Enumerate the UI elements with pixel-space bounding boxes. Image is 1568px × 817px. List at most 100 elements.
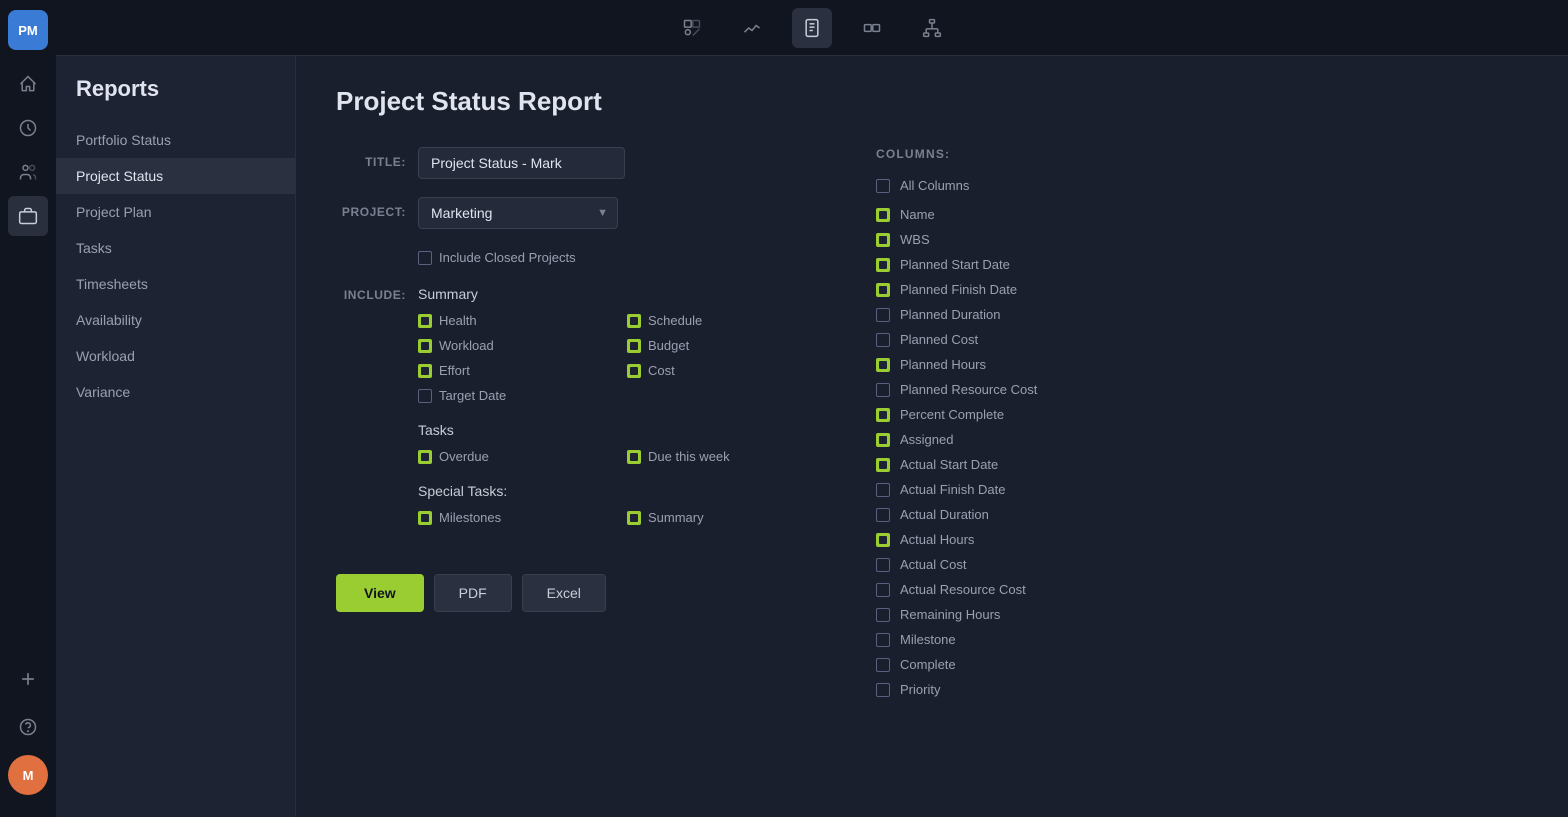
health-checkbox[interactable] [418, 314, 432, 328]
col-actual-finish[interactable]: Actual Finish Date [876, 477, 1152, 502]
col-planned-duration[interactable]: Planned Duration [876, 302, 1152, 327]
title-input[interactable] [418, 147, 625, 179]
people-icon[interactable] [8, 152, 48, 192]
home-icon[interactable] [8, 64, 48, 104]
wbs-checkbox[interactable] [876, 233, 890, 247]
col-complete[interactable]: Complete [876, 652, 1152, 677]
col-actual-duration[interactable]: Actual Duration [876, 502, 1152, 527]
sidebar-item-variance[interactable]: Variance [56, 374, 295, 410]
hierarchy-icon[interactable] [912, 8, 952, 48]
col-planned-finish[interactable]: Planned Finish Date [876, 277, 1152, 302]
milestones-checkbox[interactable] [418, 511, 432, 525]
col-remaining-hours[interactable]: Remaining Hours [876, 602, 1152, 627]
search-zoom-icon[interactable] [672, 8, 712, 48]
name-checkbox[interactable] [876, 208, 890, 222]
planned-duration-checkbox[interactable] [876, 308, 890, 322]
milestone-checkbox[interactable] [876, 633, 890, 647]
col-planned-hours[interactable]: Planned Hours [876, 352, 1152, 377]
sidebar-item-project-plan[interactable]: Project Plan [56, 194, 295, 230]
view-button[interactable]: View [336, 574, 424, 612]
workload-checkbox[interactable] [418, 339, 432, 353]
planned-cost-label: Planned Cost [900, 332, 978, 347]
remaining-hours-checkbox[interactable] [876, 608, 890, 622]
col-planned-cost[interactable]: Planned Cost [876, 327, 1152, 352]
briefcase-icon[interactable] [8, 196, 48, 236]
sidebar-item-workload[interactable]: Workload [56, 338, 295, 374]
cost-checkbox[interactable] [627, 364, 641, 378]
target-date-checkbox-item[interactable]: Target Date [418, 385, 816, 406]
history-icon[interactable] [8, 108, 48, 148]
project-select[interactable]: Marketing Development Design Finance [418, 197, 618, 229]
col-wbs[interactable]: WBS [876, 227, 1152, 252]
avatar[interactable]: M [8, 755, 48, 795]
include-closed-checkbox[interactable] [418, 251, 432, 265]
actual-resource-cost-checkbox[interactable] [876, 583, 890, 597]
summary-checkbox-item[interactable]: Summary [627, 507, 816, 528]
schedule-checkbox[interactable] [627, 314, 641, 328]
milestones-label: Milestones [439, 510, 501, 525]
pdf-button[interactable]: PDF [434, 574, 512, 612]
due-this-week-checkbox[interactable] [627, 450, 641, 464]
col-percent-complete[interactable]: Percent Complete [876, 402, 1152, 427]
budget-checkbox-item[interactable]: Budget [627, 335, 816, 356]
tasks-title: Tasks [418, 422, 816, 438]
actual-hours-checkbox[interactable] [876, 533, 890, 547]
actual-cost-checkbox[interactable] [876, 558, 890, 572]
app-logo[interactable]: PM [8, 10, 48, 50]
sidebar-item-portfolio-status[interactable]: Portfolio Status [56, 122, 295, 158]
sidebar-item-availability[interactable]: Availability [56, 302, 295, 338]
col-actual-hours[interactable]: Actual Hours [876, 527, 1152, 552]
planned-hours-checkbox[interactable] [876, 358, 890, 372]
columns-scroll[interactable]: All Columns Name WBS [876, 173, 1156, 733]
sidebar-item-tasks[interactable]: Tasks [56, 230, 295, 266]
target-date-checkbox[interactable] [418, 389, 432, 403]
actual-finish-label: Actual Finish Date [900, 482, 1006, 497]
add-icon[interactable] [8, 659, 48, 699]
sidebar-item-timesheets[interactable]: Timesheets [56, 266, 295, 302]
col-priority[interactable]: Priority [876, 677, 1152, 702]
col-actual-cost[interactable]: Actual Cost [876, 552, 1152, 577]
actual-cost-label: Actual Cost [900, 557, 966, 572]
assigned-checkbox[interactable] [876, 433, 890, 447]
col-name[interactable]: Name [876, 202, 1152, 227]
priority-checkbox[interactable] [876, 683, 890, 697]
planned-finish-checkbox[interactable] [876, 283, 890, 297]
col-all-columns[interactable]: All Columns [876, 173, 1152, 198]
col-actual-start[interactable]: Actual Start Date [876, 452, 1152, 477]
col-actual-resource-cost[interactable]: Actual Resource Cost [876, 577, 1152, 602]
effort-checkbox[interactable] [418, 364, 432, 378]
budget-checkbox[interactable] [627, 339, 641, 353]
effort-checkbox-item[interactable]: Effort [418, 360, 607, 381]
report-icon[interactable] [792, 8, 832, 48]
actual-finish-checkbox[interactable] [876, 483, 890, 497]
chart-icon[interactable] [732, 8, 772, 48]
col-milestone[interactable]: Milestone [876, 627, 1152, 652]
planned-start-checkbox[interactable] [876, 258, 890, 272]
special-tasks-grid: Milestones Summary [418, 507, 816, 528]
complete-checkbox[interactable] [876, 658, 890, 672]
workload-checkbox-item[interactable]: Workload [418, 335, 607, 356]
cost-checkbox-item[interactable]: Cost [627, 360, 816, 381]
overdue-checkbox-item[interactable]: Overdue [418, 446, 607, 467]
overdue-checkbox[interactable] [418, 450, 432, 464]
health-checkbox-item[interactable]: Health [418, 310, 607, 331]
schedule-checkbox-item[interactable]: Schedule [627, 310, 816, 331]
include-closed-label[interactable]: Include Closed Projects [418, 247, 576, 268]
col-planned-resource-cost[interactable]: Planned Resource Cost [876, 377, 1152, 402]
actual-duration-checkbox[interactable] [876, 508, 890, 522]
all-columns-checkbox[interactable] [876, 179, 890, 193]
link-icon[interactable] [852, 8, 892, 48]
due-this-week-checkbox-item[interactable]: Due this week [627, 446, 816, 467]
summary-checkbox[interactable] [627, 511, 641, 525]
milestones-checkbox-item[interactable]: Milestones [418, 507, 607, 528]
help-icon[interactable] [8, 707, 48, 747]
planned-cost-checkbox[interactable] [876, 333, 890, 347]
actual-start-checkbox[interactable] [876, 458, 890, 472]
all-columns-label: All Columns [900, 178, 969, 193]
percent-complete-checkbox[interactable] [876, 408, 890, 422]
excel-button[interactable]: Excel [522, 574, 606, 612]
planned-resource-cost-checkbox[interactable] [876, 383, 890, 397]
col-planned-start[interactable]: Planned Start Date [876, 252, 1152, 277]
sidebar-item-project-status[interactable]: Project Status [56, 158, 295, 194]
col-assigned[interactable]: Assigned [876, 427, 1152, 452]
